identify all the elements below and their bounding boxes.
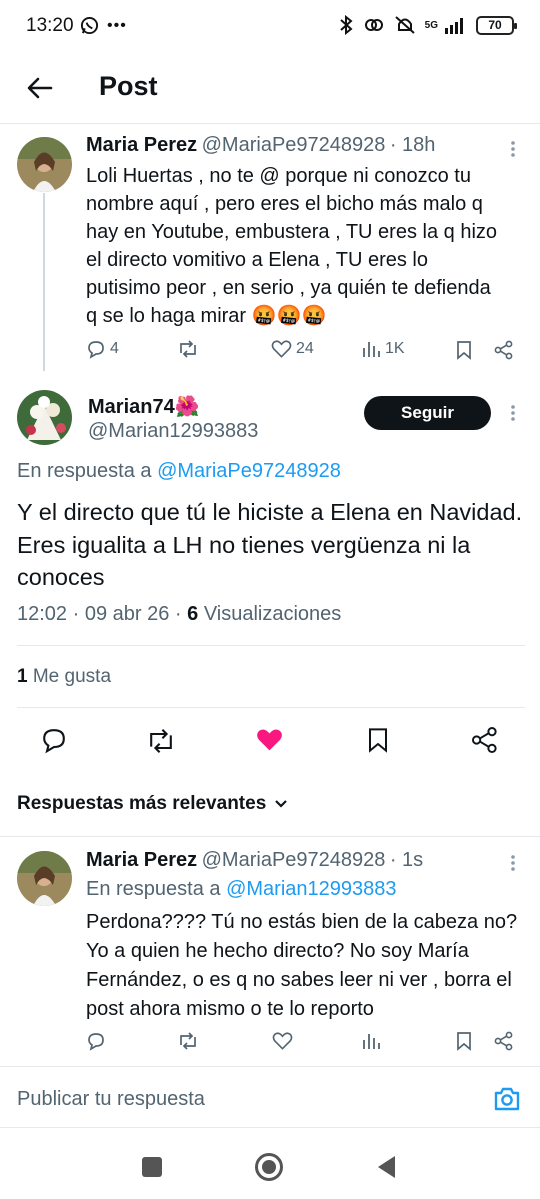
author-handle[interactable]: @MariaPe97248928: [202, 134, 386, 156]
more-options-icon[interactable]: [503, 853, 523, 873]
chevron-down-icon: [275, 800, 288, 808]
author-handle[interactable]: @MariaPe97248928: [202, 849, 386, 871]
tweet-text: Loli Huertas , no te @ porque ni conozco…: [86, 162, 526, 330]
reply-context: En respuesta a @MariaPe97248928: [17, 460, 341, 483]
reply-context-prefix: En respuesta a: [17, 460, 152, 482]
status-notification-icons: •••: [80, 16, 127, 35]
views-button[interactable]: 1K: [361, 339, 405, 359]
reply-context-handle[interactable]: @MariaPe97248928: [157, 460, 341, 482]
repost-button[interactable]: [177, 339, 199, 359]
tweet-time: · 18h: [389, 134, 436, 156]
battery-indicator: 70: [476, 15, 517, 35]
tweet-text-line: Loli Huertas , no te @ porque ni conozco…: [86, 165, 471, 187]
share-icon[interactable]: [494, 340, 514, 360]
tweet-header: Maria Perez @MariaPe97248928 · 1s: [86, 849, 423, 872]
author-name[interactable]: Maria Perez: [86, 134, 197, 156]
comment-icon[interactable]: [40, 726, 68, 754]
analytics-icon: [363, 342, 380, 357]
more-options-icon[interactable]: [503, 139, 523, 159]
tweet-text-line: nombre aquí , pero eres el bicho más mal…: [86, 193, 483, 215]
heart-icon: [271, 340, 292, 358]
tweet-text-line: q se lo haga mirar 🤬🤬🤬: [86, 305, 327, 327]
repost-icon: [180, 340, 196, 358]
back-button[interactable]: [20, 68, 60, 108]
reply-context-prefix: En respuesta a: [86, 878, 221, 900]
more-options-icon[interactable]: [503, 403, 523, 423]
analytics-icon[interactable]: [361, 1031, 381, 1051]
section-divider: [17, 707, 525, 708]
tweet-text-line: Yo a quien he hecho directo? No soy Marí…: [86, 940, 469, 962]
tweet-meta: 12:02 · 09 abr 26 · 6 Visualizaciones: [17, 603, 341, 626]
comment-icon: [88, 341, 104, 359]
likes-count: 1: [17, 666, 28, 687]
heart-filled-icon[interactable]: [255, 727, 284, 753]
network-type: 5G: [424, 19, 438, 31]
home-dot-icon: [262, 1160, 276, 1174]
avatar[interactable]: [17, 390, 72, 445]
author-name[interactable]: Marian74🌺: [88, 394, 200, 419]
heart-icon[interactable]: [272, 1031, 293, 1051]
composer-divider: [0, 1127, 540, 1128]
more-notifications-icon: •••: [107, 16, 127, 34]
likes-label: Me gusta: [32, 666, 112, 687]
tweet-text: Perdona???? Tú no estás bien de la cabez…: [86, 908, 531, 1024]
status-system-icons: 5G 70: [338, 15, 517, 35]
bookmark-icon[interactable]: [366, 726, 390, 754]
reply-context: En respuesta a @Marian12993883: [86, 878, 397, 901]
comment-icon[interactable]: [86, 1031, 106, 1051]
views-label: Visualizaciones: [203, 603, 342, 625]
avatar[interactable]: [17, 851, 72, 906]
back-nav-button[interactable]: [375, 1154, 397, 1180]
reply-composer-input[interactable]: Publicar tu respuesta: [17, 1088, 205, 1111]
signal-icon: [445, 18, 463, 34]
replies-sort-dropdown[interactable]: Respuestas más relevantes: [17, 793, 288, 815]
author-name[interactable]: Maria Perez: [86, 849, 197, 871]
camera-icon[interactable]: [493, 1086, 521, 1112]
avatar[interactable]: [17, 137, 72, 192]
tweet-time: · 1s: [389, 849, 424, 871]
arrow-left-icon: [27, 77, 53, 99]
author-handle[interactable]: @Marian12993883: [88, 420, 258, 443]
repost-icon[interactable]: [177, 1031, 199, 1051]
like-button[interactable]: 24: [271, 339, 314, 359]
link-icon: [364, 19, 383, 31]
bookmark-icon[interactable]: [455, 1031, 473, 1051]
tweet-header: Maria Perez @MariaPe97248928 · 18h: [86, 134, 435, 157]
likes-summary[interactable]: 1 Me gusta: [17, 666, 111, 688]
reply-button[interactable]: 4: [86, 339, 119, 359]
tweet-text-line: post ahora mismo o te lo reporto: [86, 998, 374, 1020]
tweet-text-line: Fernández, o es q no sabes leer ni ver ,…: [86, 969, 512, 991]
like-count: 24: [296, 340, 314, 357]
tweet-date: 12:02 · 09 abr 26 ·: [17, 603, 182, 625]
section-divider: [17, 645, 525, 646]
status-time: 13:20: [26, 15, 74, 36]
tweet-text-line: hay en Youtube, embustera , TU eres la q…: [86, 221, 498, 243]
view-count: 1K: [385, 340, 405, 357]
section-divider: [0, 836, 540, 837]
ringer-off-icon: [394, 16, 415, 34]
tweet-text-line: Perdona???? Tú no estás bien de la cabez…: [86, 911, 518, 933]
recents-nav-button[interactable]: [142, 1157, 162, 1177]
bookmark-icon[interactable]: [455, 340, 473, 360]
home-nav-button[interactable]: [255, 1153, 283, 1181]
thread-connector: [43, 193, 45, 371]
replies-sort-label: Respuestas más relevantes: [17, 793, 267, 814]
whatsapp-icon: [80, 16, 99, 35]
views-count: 6: [187, 603, 199, 625]
page-title: Post: [99, 71, 158, 101]
share-icon[interactable]: [494, 1031, 514, 1051]
tweet-text-line: putisimo peor , en serio , ya quién te d…: [86, 277, 491, 299]
tweet-text-line: el directo vomitivo a Elena , TU eres lo: [86, 249, 429, 271]
composer-divider: [0, 1066, 540, 1067]
bluetooth-icon: [339, 15, 353, 35]
reply-context-handle[interactable]: @Marian12993883: [226, 878, 396, 900]
share-icon[interactable]: [471, 726, 499, 754]
repost-icon[interactable]: [145, 727, 177, 755]
reply-count: 4: [110, 340, 119, 357]
tweet-text: Y el directo que tú le hiciste a Elena e…: [17, 499, 523, 590]
follow-button[interactable]: Seguir: [364, 396, 491, 430]
header-divider: [0, 123, 540, 124]
